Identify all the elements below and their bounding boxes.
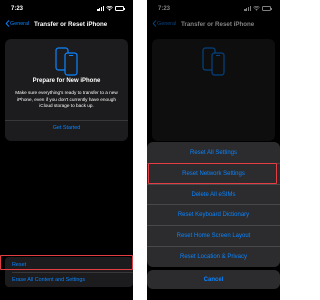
page-title: Transfer or Reset iPhone xyxy=(34,20,108,28)
reset-home-screen-layout-button[interactable]: Reset Home Screen Layout xyxy=(147,225,280,246)
wifi-icon xyxy=(106,6,113,11)
cancel-button[interactable]: Cancel xyxy=(147,270,280,289)
get-started-link[interactable]: Get Started xyxy=(5,125,128,131)
prepare-new-iphone-card: Prepare for New iPhone Make sure everyth… xyxy=(5,39,128,141)
reset-all-settings-button[interactable]: Reset All Settings xyxy=(147,142,280,163)
status-bar: 7:23 xyxy=(0,5,133,15)
delete-all-esims-button[interactable]: Delete All eSIMs xyxy=(147,184,280,205)
highlight-box-reset-network xyxy=(148,163,277,184)
navigation-bar: General Transfer or Reset iPhone xyxy=(0,19,133,30)
erase-all-content-button[interactable]: Erase All Content and Settings xyxy=(5,272,133,287)
card-description: Make sure everything's ready to transfer… xyxy=(15,90,118,109)
card-divider xyxy=(5,120,128,121)
two-phones-icon xyxy=(55,47,78,76)
reset-location-privacy-button[interactable]: Reset Location & Privacy xyxy=(147,246,280,267)
phone-screen-right: 7:23 General Transfer or Reset iPhone Re… xyxy=(147,0,280,300)
status-time: 7:23 xyxy=(11,6,24,12)
phone-screen-left: 7:23 General Transfer or Reset iPhone Pr… xyxy=(0,0,133,300)
reset-action-sheet: Reset All Settings Reset Network Setting… xyxy=(147,142,280,267)
status-icons xyxy=(97,6,125,11)
highlight-box-reset xyxy=(0,255,133,270)
back-label: General xyxy=(10,20,30,27)
battery-icon xyxy=(115,6,125,11)
reset-keyboard-dictionary-button[interactable]: Reset Keyboard Dictionary xyxy=(147,204,280,225)
cellular-signal-icon xyxy=(97,6,104,11)
card-title: Prepare for New iPhone xyxy=(32,78,101,84)
back-button[interactable]: General xyxy=(5,20,29,27)
